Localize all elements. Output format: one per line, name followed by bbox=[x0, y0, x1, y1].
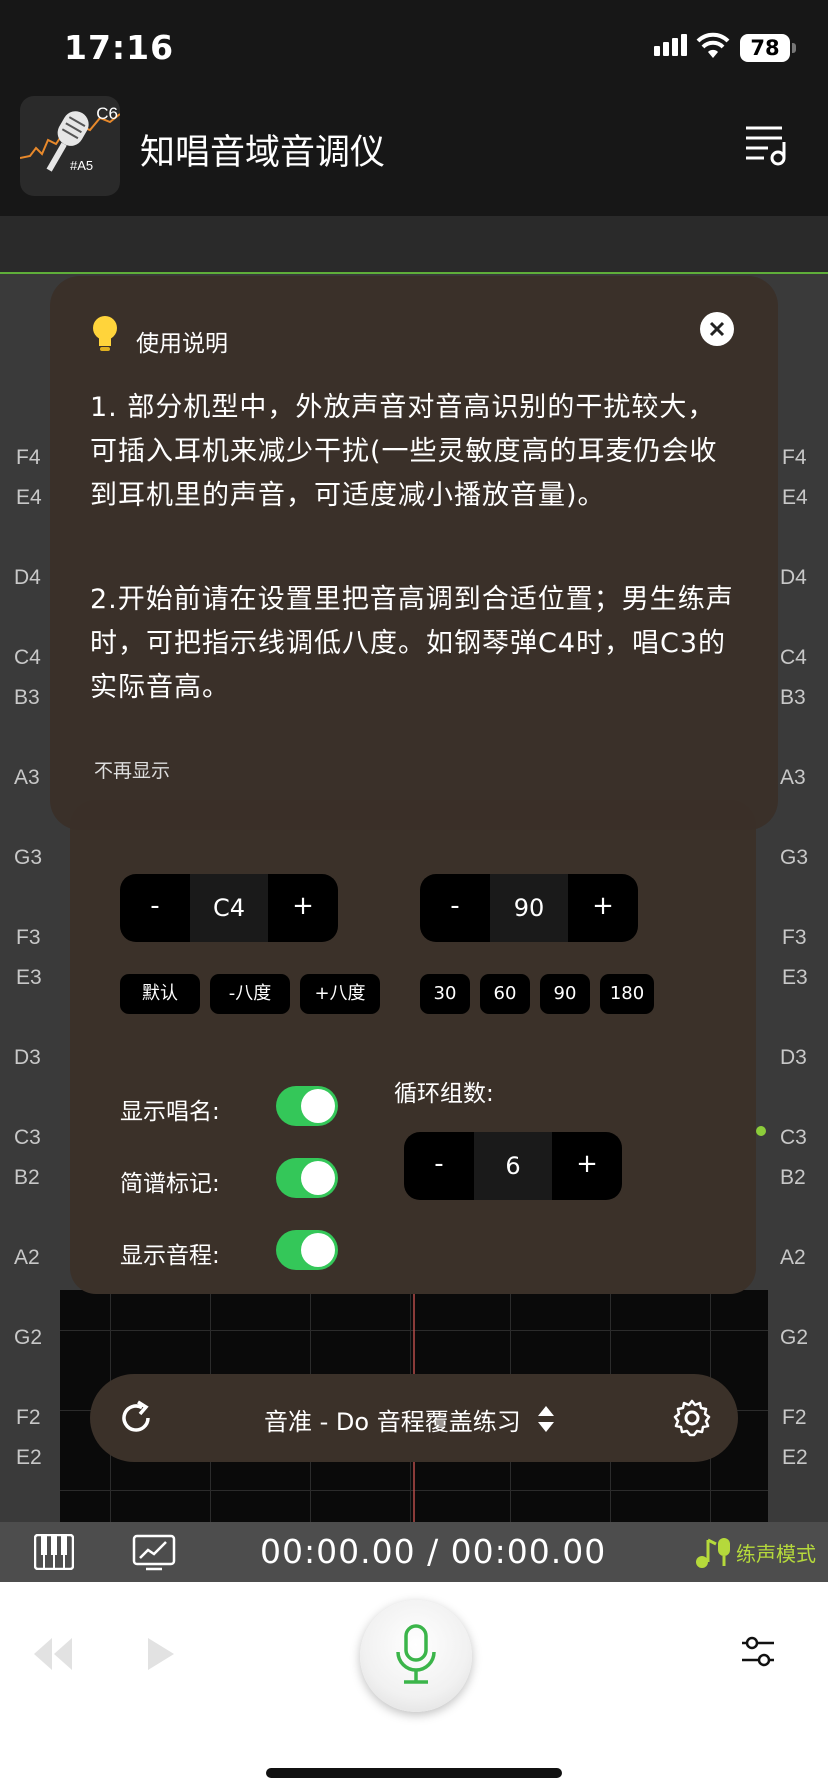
loop-plus-button[interactable]: + bbox=[552, 1132, 622, 1200]
key-value: C4 bbox=[190, 874, 268, 942]
tempo-chip[interactable]: 60 bbox=[480, 974, 530, 1014]
dialog-title: 使用说明 bbox=[136, 331, 228, 357]
playlist-menu-icon[interactable] bbox=[742, 122, 790, 168]
microphone-icon[interactable] bbox=[390, 1622, 442, 1688]
pitch-label-right: C3 bbox=[780, 1126, 807, 1149]
refresh-icon[interactable] bbox=[116, 1398, 156, 1438]
pitch-label-right: E2 bbox=[782, 1446, 808, 1469]
numbered-notation-toggle[interactable] bbox=[276, 1158, 338, 1198]
select-arrows-icon[interactable] bbox=[536, 1404, 556, 1434]
pitch-label-left: F3 bbox=[16, 926, 41, 949]
practice-mode-icon[interactable] bbox=[694, 1534, 734, 1570]
close-button[interactable] bbox=[700, 312, 734, 346]
instructions-dialog: 使用说明 1. 部分机型中，外放声音对音高识别的干扰较大，可插入耳机来减少干扰(… bbox=[50, 276, 778, 830]
pitch-label-left: E3 bbox=[16, 966, 42, 989]
pitch-label-left: C4 bbox=[14, 646, 41, 669]
key-default-chip[interactable]: 默认 bbox=[120, 974, 200, 1014]
pitch-label-right: B2 bbox=[780, 1166, 806, 1189]
pitch-label-right: A3 bbox=[780, 766, 806, 789]
app-header: C6 #A5 知唱音域音调仪 bbox=[0, 96, 828, 216]
dialog-paragraph-2: 2.开始前请在设置里把音高调到合适位置；男生练声时，可把指示线调低八度。如钢琴弹… bbox=[90, 584, 734, 703]
key-stepper: - C4 + bbox=[120, 874, 338, 942]
status-bar: 17:16 78 bbox=[0, 0, 828, 96]
pitch-label-right: F4 bbox=[782, 446, 807, 469]
pitch-label-left: C3 bbox=[14, 1126, 41, 1149]
lightbulb-icon bbox=[93, 316, 117, 351]
tempo-chip[interactable]: 180 bbox=[600, 974, 654, 1014]
pitch-label-right: F2 bbox=[782, 1406, 807, 1429]
pitch-label-left: B2 bbox=[14, 1166, 40, 1189]
tempo-chip[interactable]: 90 bbox=[540, 974, 590, 1014]
close-icon[interactable] bbox=[700, 312, 734, 346]
dialog-paragraph-1: 1. 部分机型中，外放声音对音高识别的干扰较大，可插入耳机来减少干扰(一些灵敏度… bbox=[90, 392, 718, 511]
pitch-label-right: C4 bbox=[780, 646, 807, 669]
pitch-label-left: F2 bbox=[16, 1406, 41, 1429]
show-interval-toggle[interactable] bbox=[276, 1230, 338, 1270]
tempo-value: 90 bbox=[490, 874, 568, 942]
loop-minus-button[interactable]: - bbox=[404, 1132, 474, 1200]
pitch-label-left: B3 bbox=[14, 686, 40, 709]
pitch-label-left: A3 bbox=[14, 766, 40, 789]
show-solfege-toggle[interactable] bbox=[276, 1086, 338, 1126]
wifi-icon bbox=[696, 32, 730, 58]
pitch-label-right: F3 bbox=[782, 926, 807, 949]
key-plus-button[interactable]: + bbox=[268, 874, 338, 942]
key-octave-down-chip[interactable]: -八度 bbox=[210, 974, 290, 1014]
pitch-label-right: B3 bbox=[780, 686, 806, 709]
numbered-notation-label: 简谱标记: bbox=[120, 1171, 220, 1197]
exercise-mode-selector[interactable]: 音准 - Do 音程覆盖练习 bbox=[264, 1402, 521, 1437]
key-minus-button[interactable]: - bbox=[120, 874, 190, 942]
loop-value: 6 bbox=[474, 1132, 552, 1200]
timecode: 00:00.00 / 00:00.00 bbox=[260, 1532, 607, 1571]
battery-nub bbox=[792, 43, 796, 53]
logo-bottom-note: #A5 bbox=[70, 158, 94, 173]
pitch-label-left: G3 bbox=[14, 846, 43, 869]
tempo-plus-button[interactable]: + bbox=[568, 874, 638, 942]
key-octave-up-chip[interactable]: +八度 bbox=[300, 974, 380, 1014]
tempo-minus-button[interactable]: - bbox=[420, 874, 490, 942]
pitch-chart-icon[interactable] bbox=[132, 1534, 176, 1572]
pitch-label-right: A2 bbox=[780, 1246, 806, 1269]
play-icon[interactable] bbox=[140, 1634, 180, 1674]
home-indicator bbox=[266, 1768, 562, 1778]
battery-icon: 78 bbox=[740, 34, 790, 62]
pitch-label-left: E4 bbox=[16, 486, 42, 509]
rewind-icon[interactable] bbox=[30, 1634, 78, 1674]
piano-icon[interactable] bbox=[34, 1534, 74, 1570]
tempo-stepper: - 90 + bbox=[420, 874, 638, 942]
pitch-label-left: F4 bbox=[16, 446, 41, 469]
loop-count-label: 循环组数: bbox=[394, 1081, 494, 1107]
pitch-label-left: E2 bbox=[16, 1446, 42, 1469]
pitch-label-right: D3 bbox=[780, 1046, 807, 1069]
practice-mode-label[interactable]: 练声模式 bbox=[736, 1538, 816, 1567]
tempo-chip[interactable]: 30 bbox=[420, 974, 470, 1014]
adjust-sliders-icon[interactable] bbox=[740, 1634, 776, 1670]
dont-show-again-link[interactable]: 不再显示 bbox=[94, 756, 170, 783]
app-title: 知唱音域音调仪 bbox=[140, 133, 386, 173]
pitch-label-right: G3 bbox=[780, 846, 809, 869]
bottom-controls bbox=[0, 1582, 828, 1792]
pitch-label-left: A2 bbox=[14, 1246, 40, 1269]
pitch-label-right: G2 bbox=[780, 1326, 809, 1349]
sub-toolbar bbox=[0, 216, 828, 274]
logo-top-note: C6 bbox=[96, 104, 118, 123]
pitch-label-right: E4 bbox=[782, 486, 808, 509]
show-interval-label: 显示音程: bbox=[120, 1243, 220, 1269]
pitch-label-left: G2 bbox=[14, 1326, 43, 1349]
show-solfege-label: 显示唱名: bbox=[120, 1099, 220, 1125]
settings-gear-icon[interactable] bbox=[672, 1398, 712, 1438]
transport-bar: 00:00.00 / 00:00.00 练声模式 bbox=[0, 1522, 828, 1582]
settings-panel: - C4 + - 90 + 默认 -八度 +八度 30 60 90 180 显示… bbox=[70, 800, 756, 1294]
exercise-mode-bar: 音准 - Do 音程覆盖练习 bbox=[90, 1374, 738, 1462]
loop-stepper: - 6 + bbox=[404, 1132, 622, 1200]
pitch-indicator-dot bbox=[756, 1126, 766, 1136]
pitch-label-left: D4 bbox=[14, 566, 41, 589]
pitch-label-right: E3 bbox=[782, 966, 808, 989]
pitch-label-left: D3 bbox=[14, 1046, 41, 1069]
pitch-label-right: D4 bbox=[780, 566, 807, 589]
microphone-button[interactable] bbox=[360, 1600, 472, 1712]
cellular-signal-icon bbox=[654, 34, 690, 56]
app-logo: C6 #A5 bbox=[20, 96, 120, 196]
status-time: 17:16 bbox=[64, 28, 175, 67]
